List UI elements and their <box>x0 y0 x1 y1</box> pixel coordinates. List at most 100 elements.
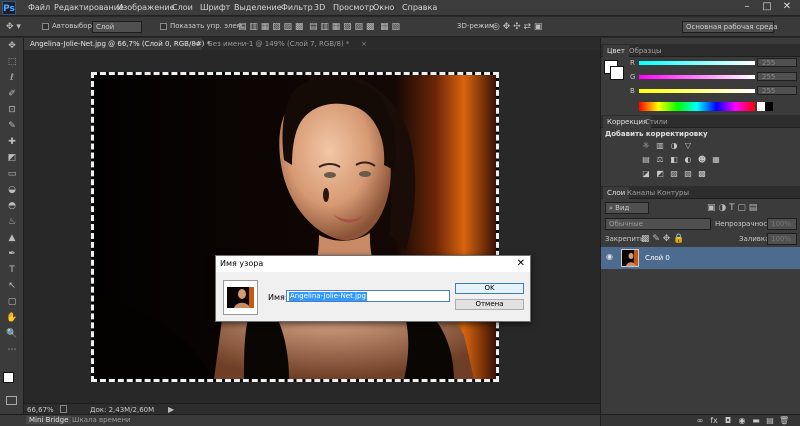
cancel-button[interactable]: Отмена <box>455 299 524 310</box>
name-input[interactable]: Angelina-Jolie-Net.jpg <box>286 290 450 302</box>
new-layer-icon[interactable]: ▤ <box>765 416 775 425</box>
healing-brush-tool-icon[interactable]: ✚ <box>5 136 19 148</box>
3d-mode-icons[interactable]: ◎ ✥ ✣ ⇄ ▣ <box>492 22 542 32</box>
tab-close-icon[interactable]: × <box>193 38 199 50</box>
bg-color-swatch[interactable] <box>610 66 624 80</box>
move-tool-preset-icon[interactable]: ✥ ▾ <box>6 22 21 32</box>
brightness-icon[interactable]: ☼ <box>641 141 651 150</box>
align-icons[interactable]: ▤ ▥ ▦ ▧ ▨ ▩ ▤ ▥ ▦ ▧ ▨ ▩ ▦ ▧ <box>238 22 400 32</box>
vibrance-icon[interactable]: ▤ <box>641 155 651 164</box>
shape-tool-icon[interactable]: ▢ <box>5 296 19 308</box>
ok-button[interactable]: OK <box>455 283 524 294</box>
group-icon[interactable]: ▬ <box>751 416 761 425</box>
color-lookup-icon[interactable]: ▦ <box>711 155 721 164</box>
status-info-icon[interactable] <box>60 405 67 413</box>
clone-stamp-tool-icon[interactable]: ▭ <box>5 168 19 180</box>
marquee-tool-icon[interactable]: ⬚ <box>5 56 19 68</box>
blur-tool-icon[interactable]: ▲ <box>5 232 19 244</box>
layer-filter-dropdown[interactable]: ⌕ Вид <box>605 202 649 214</box>
type-tool-icon[interactable]: T <box>5 264 19 276</box>
more-tools-icon[interactable]: ⋯ <box>5 344 19 356</box>
minimize-icon[interactable]: – <box>740 1 754 14</box>
brush-tool-icon[interactable]: ◩ <box>5 152 19 164</box>
channel-b-slider[interactable] <box>639 89 755 93</box>
lasso-tool-icon[interactable]: ℓ <box>5 72 19 84</box>
zoom-level[interactable]: 66,67% <box>27 406 54 414</box>
path-select-tool-icon[interactable]: ↖ <box>5 280 19 292</box>
black-white-icon[interactable]: ◧ <box>669 155 679 164</box>
color-balance-icon[interactable]: ⚖ <box>655 155 665 164</box>
tab-styles[interactable]: Стили <box>641 116 672 128</box>
tab-untitled[interactable]: Без имени-1 @ 149% (Слой 7, RGB/8) * × <box>202 38 370 50</box>
blend-mode-dropdown[interactable]: Обычные <box>605 218 711 230</box>
levels-icon[interactable]: ▥ <box>655 141 665 150</box>
menu-image[interactable]: Изображение <box>117 3 175 12</box>
menu-file[interactable]: Файл <box>28 3 50 12</box>
color-spectrum-ramp[interactable] <box>639 102 755 111</box>
foreground-color-swatch[interactable] <box>3 372 14 383</box>
photo-filter-icon[interactable]: ◐ <box>683 155 693 164</box>
opacity-field[interactable]: 100% <box>767 218 797 230</box>
trash-icon[interactable]: 🗑 <box>779 416 789 425</box>
crop-tool-icon[interactable]: ⊡ <box>5 104 19 116</box>
black-swatch[interactable] <box>765 102 773 111</box>
channel-mixer-icon[interactable]: ☻ <box>697 155 707 164</box>
hand-tool-icon[interactable]: ✋ <box>5 312 19 324</box>
menu-select[interactable]: Выделение <box>234 3 282 12</box>
white-swatch[interactable] <box>757 102 765 111</box>
channel-g-value[interactable]: 255 <box>757 72 797 81</box>
workspace-dropdown[interactable]: Основная рабочая среда <box>682 21 778 33</box>
eraser-tool-icon[interactable]: ◓ <box>5 200 19 212</box>
adjustment-layer-icon[interactable]: ◉ <box>737 416 747 425</box>
zoom-tool-icon[interactable]: 🔍 <box>5 328 19 340</box>
eyedropper-tool-icon[interactable]: ✎ <box>5 120 19 132</box>
tab-swatches[interactable]: Образцы <box>625 45 666 57</box>
invert-icon[interactable]: ◪ <box>641 169 651 178</box>
tab-mini-bridge[interactable]: Mini Bridge <box>26 416 72 424</box>
menu-edit[interactable]: Редактирование <box>54 3 124 12</box>
dialog-close-icon[interactable]: ✕ <box>517 258 525 269</box>
close-icon[interactable]: ✕ <box>780 1 794 14</box>
status-menu-arrow-icon[interactable]: ▶ <box>168 405 174 414</box>
mask-icon[interactable]: ◘ <box>723 416 733 425</box>
posterize-icon[interactable]: ◩ <box>655 169 665 178</box>
move-tool-icon[interactable]: ✥ <box>5 40 19 52</box>
fx-icon[interactable]: fx <box>709 416 719 425</box>
tab-close-icon[interactable]: × <box>361 38 367 50</box>
exposure-icon[interactable]: ▽ <box>683 141 693 150</box>
lock-icons[interactable]: ▩ ✎ ✥ 🔒 <box>641 234 684 244</box>
menu-view[interactable]: Просмотр <box>333 3 374 12</box>
channel-r-value[interactable]: 255 <box>757 58 797 67</box>
gradient-tool-icon[interactable]: ♨ <box>5 216 19 228</box>
menu-filter[interactable]: Фильтр <box>281 3 313 12</box>
menu-3d[interactable]: 3D <box>314 3 325 12</box>
channel-b-value[interactable]: 255 <box>757 86 797 95</box>
tab-paths[interactable]: Контуры <box>653 187 693 199</box>
visibility-eye-icon[interactable]: ◉ <box>606 252 613 261</box>
menu-layers[interactable]: Слои <box>172 3 193 12</box>
layer-filter-icons[interactable]: ▣ ◑ T ▢ ▤ <box>707 203 757 213</box>
link-layers-icon[interactable]: ∞ <box>695 416 705 425</box>
threshold-icon[interactable]: ▨ <box>669 169 679 178</box>
maximize-icon[interactable]: □ <box>760 1 774 14</box>
autoselect-dropdown[interactable]: Слой <box>92 21 142 33</box>
history-brush-tool-icon[interactable]: ◒ <box>5 184 19 196</box>
gradient-map-icon[interactable]: ▧ <box>683 169 693 178</box>
curves-icon[interactable]: ◑ <box>669 141 679 150</box>
document-image[interactable] <box>94 75 496 379</box>
channel-g-slider[interactable] <box>639 75 755 79</box>
channel-r-slider[interactable] <box>639 61 755 65</box>
menu-type[interactable]: Шрифт <box>200 3 230 12</box>
quick-mask-icon[interactable] <box>6 396 17 405</box>
layer-row[interactable]: ◉ Слой 0 <box>601 247 800 269</box>
fill-field[interactable]: 100% <box>767 233 797 245</box>
menu-window[interactable]: Окно <box>373 3 394 12</box>
pen-tool-icon[interactable]: ✒ <box>5 248 19 260</box>
selective-color-icon[interactable]: ▩ <box>697 169 707 178</box>
show-controls-checkbox[interactable] <box>160 23 167 30</box>
tab-angelina[interactable]: Angelina-Jolie-Net.jpg @ 66,7% (Слой 0, … <box>24 38 210 50</box>
quick-select-tool-icon[interactable]: ✐ <box>5 88 19 100</box>
autoselect-checkbox[interactable] <box>42 23 49 30</box>
menu-help[interactable]: Справка <box>402 3 437 12</box>
tab-timeline[interactable]: Шкала времени <box>72 416 131 424</box>
